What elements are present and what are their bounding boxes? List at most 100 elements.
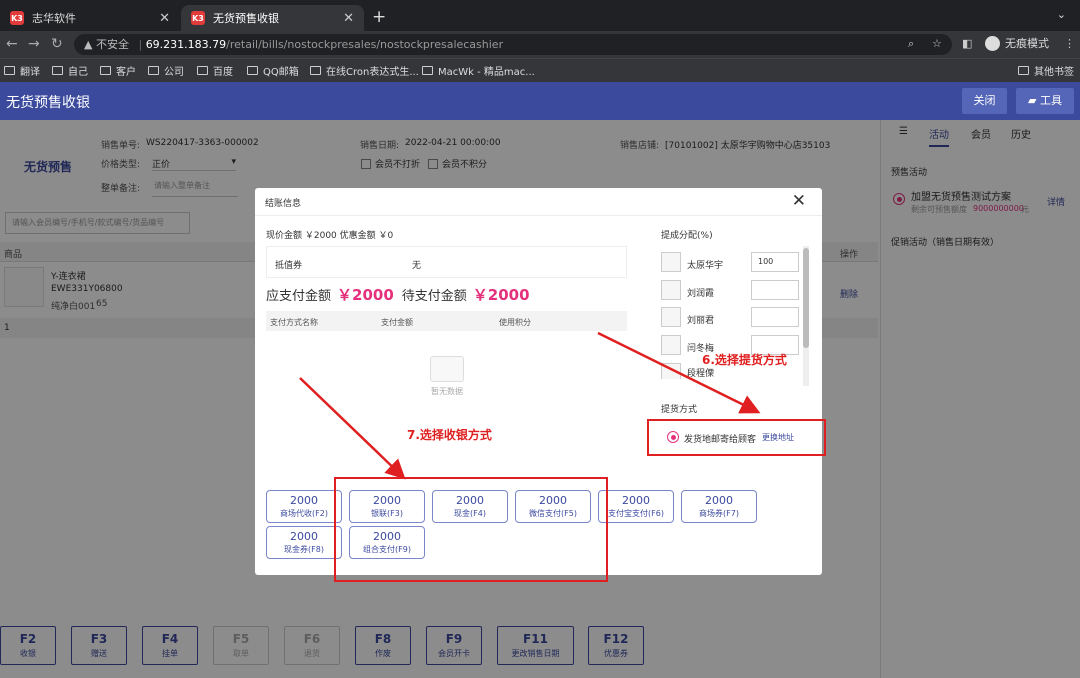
profile-label: 无痕模式 [1005, 37, 1049, 50]
back-arrow-icon[interactable]: ← [6, 36, 18, 52]
pending-label: 待支付金额 [401, 289, 467, 304]
pay-method-button[interactable]: 2000 商场代收(F2) [266, 490, 342, 523]
staff-avatar [661, 307, 681, 327]
browser-tab-strip: K3 志华软件 ✕ K3 无货预售收银 ✕ + ⌄ [0, 0, 1080, 31]
pay-name: 商场代收(F2) [280, 509, 328, 518]
zoom-icon[interactable]: ⌕ [908, 37, 914, 51]
app-favicon-icon: K3 [10, 11, 24, 25]
staff-name: 太原华宇 [687, 261, 724, 271]
bookmark-item[interactable]: 自己 [52, 63, 88, 78]
bookmark-label: 公司 [164, 67, 184, 78]
qqmail-icon [247, 66, 258, 75]
bookmark-label: 客户 [116, 67, 136, 78]
app-header: 无货预售收银 关闭 ▰ 工具 [0, 82, 1080, 120]
incognito-profile-button[interactable]: 无痕模式 [985, 35, 1049, 51]
staff-row: 刘润霞 [661, 280, 801, 302]
app-favicon-icon: K3 [191, 11, 205, 25]
commission-input[interactable] [751, 307, 799, 327]
payment-table-header: 支付方式名称 支付金额 使用积分 [266, 311, 627, 331]
empty-box-icon [430, 356, 464, 382]
voucher-label: 抵值券 [275, 261, 303, 271]
tab-search-chevron-icon[interactable]: ⌄ [1057, 8, 1066, 21]
close-tab-icon[interactable]: ✕ [159, 11, 170, 26]
pay-name: 商场券(F7) [699, 509, 739, 518]
staff-avatar [661, 363, 681, 379]
bookmark-label: 其他书签 [1034, 67, 1074, 78]
toolbox-icon: ▰ [1028, 94, 1037, 107]
bookmark-label: 自己 [68, 67, 88, 78]
staff-avatar [661, 335, 681, 355]
delivery-highlight-box [647, 419, 826, 456]
step7-annotation: 7.选择收银方式 [407, 428, 492, 442]
voucher-row[interactable]: 抵值券 无 [266, 246, 627, 278]
url-input[interactable]: ▲ 不安全 | 69.231.183.79/retail/bills/nosto… [74, 34, 952, 55]
bookmark-item[interactable]: 翻译 [4, 63, 40, 78]
bookmark-label: 翻译 [20, 67, 40, 78]
commission-input[interactable] [751, 280, 799, 300]
scroll-thumb[interactable] [803, 248, 809, 348]
translate-icon [4, 66, 15, 75]
incognito-avatar-icon [985, 35, 1000, 51]
close-icon[interactable]: ✕ [792, 191, 806, 211]
col-pay-amount: 支付金额 [381, 318, 413, 327]
address-toolbar: ← → ↻ ▲ 不安全 | 69.231.183.79/retail/bills… [0, 31, 1080, 58]
pay-amount: 2000 [622, 494, 650, 507]
tab-title: 志华软件 [32, 12, 76, 25]
staff-scrollbar[interactable] [803, 246, 809, 386]
tools-label: 工具 [1039, 94, 1062, 107]
bookmark-item[interactable]: 客户 [100, 63, 136, 78]
new-tab-plus-icon[interactable]: + [372, 7, 386, 27]
pay-amount: 2000 [705, 494, 733, 507]
staff-name: 刘丽君 [687, 316, 715, 326]
pay-name: 支付宝支付(F6) [608, 509, 664, 518]
bookmark-label: 在线Cron表达式生... [326, 67, 419, 78]
col-points: 使用积分 [499, 318, 531, 327]
bookmark-item[interactable]: 在线Cron表达式生... [310, 63, 419, 78]
more-menu-icon[interactable]: ⋮ [1064, 37, 1075, 50]
step6-annotation: 6.选择提货方式 [702, 353, 787, 367]
bookmark-label: QQ邮箱 [263, 67, 299, 78]
staff-name: 刘润霞 [687, 289, 715, 299]
bookmark-item[interactable]: 公司 [148, 63, 184, 78]
staff-avatar [661, 280, 681, 300]
close-tab-icon[interactable]: ✕ [343, 11, 354, 26]
bookmark-item[interactable]: QQ邮箱 [247, 63, 299, 78]
modal-title: 结账信息 [265, 199, 302, 209]
star-bookmark-icon[interactable]: ☆ [932, 37, 942, 50]
staff-row: 刘丽君 [661, 307, 801, 329]
pay-name: 现金券(F8) [284, 545, 324, 554]
pay-method-button[interactable]: 2000 商场券(F7) [681, 490, 757, 523]
close-button[interactable]: 关闭 [962, 88, 1007, 114]
page-title: 无货预售收银 [6, 95, 90, 111]
sidepanel-icon[interactable]: ◧ [962, 37, 972, 50]
pay-method-button[interactable]: 2000 支付宝支付(F6) [598, 490, 674, 523]
payable-label: 应支付金额 [266, 289, 332, 304]
bookmark-label: MacWk - 精品mac... [438, 67, 535, 78]
bookmark-item[interactable]: 百度 [197, 63, 233, 78]
forward-arrow-icon[interactable]: → [28, 36, 40, 52]
warning-triangle-icon: ▲ [84, 38, 93, 51]
pay-method-button[interactable]: 2000 现金券(F8) [266, 526, 342, 559]
pay-amount: 2000 [290, 494, 318, 507]
tab-title: 无货预售收银 [213, 12, 279, 25]
delivery-title: 提货方式 [661, 405, 698, 415]
browser-tab-1[interactable]: K3 志华软件 ✕ [0, 5, 180, 31]
other-bookmarks[interactable]: 其他书签 [1018, 63, 1074, 78]
bookmark-item[interactable]: MacWk - 精品mac... [422, 63, 535, 78]
folder-icon [1018, 66, 1029, 75]
browser-tab-2-active[interactable]: K3 无货预售收银 ✕ [181, 5, 364, 31]
reload-icon[interactable]: ↻ [51, 36, 63, 52]
payment-highlight-box [334, 477, 608, 582]
pay-amount: 2000 [290, 530, 318, 543]
price-summary: 现价金额 ￥2000 优惠金额 ￥0 [266, 231, 394, 241]
tools-button[interactable]: ▰ 工具 [1016, 88, 1074, 114]
voucher-value: 无 [412, 261, 422, 271]
commission-input[interactable]: 100 [751, 252, 799, 272]
url-host: 69.231.183.79 [145, 38, 227, 51]
folder-icon [100, 66, 111, 75]
empty-state: 暂无数据 [427, 356, 467, 397]
modal-header: 结账信息 ✕ [255, 188, 822, 216]
staff-avatar [661, 252, 681, 272]
folder-icon [52, 66, 63, 75]
pending-amount: ￥2000 [472, 286, 530, 304]
